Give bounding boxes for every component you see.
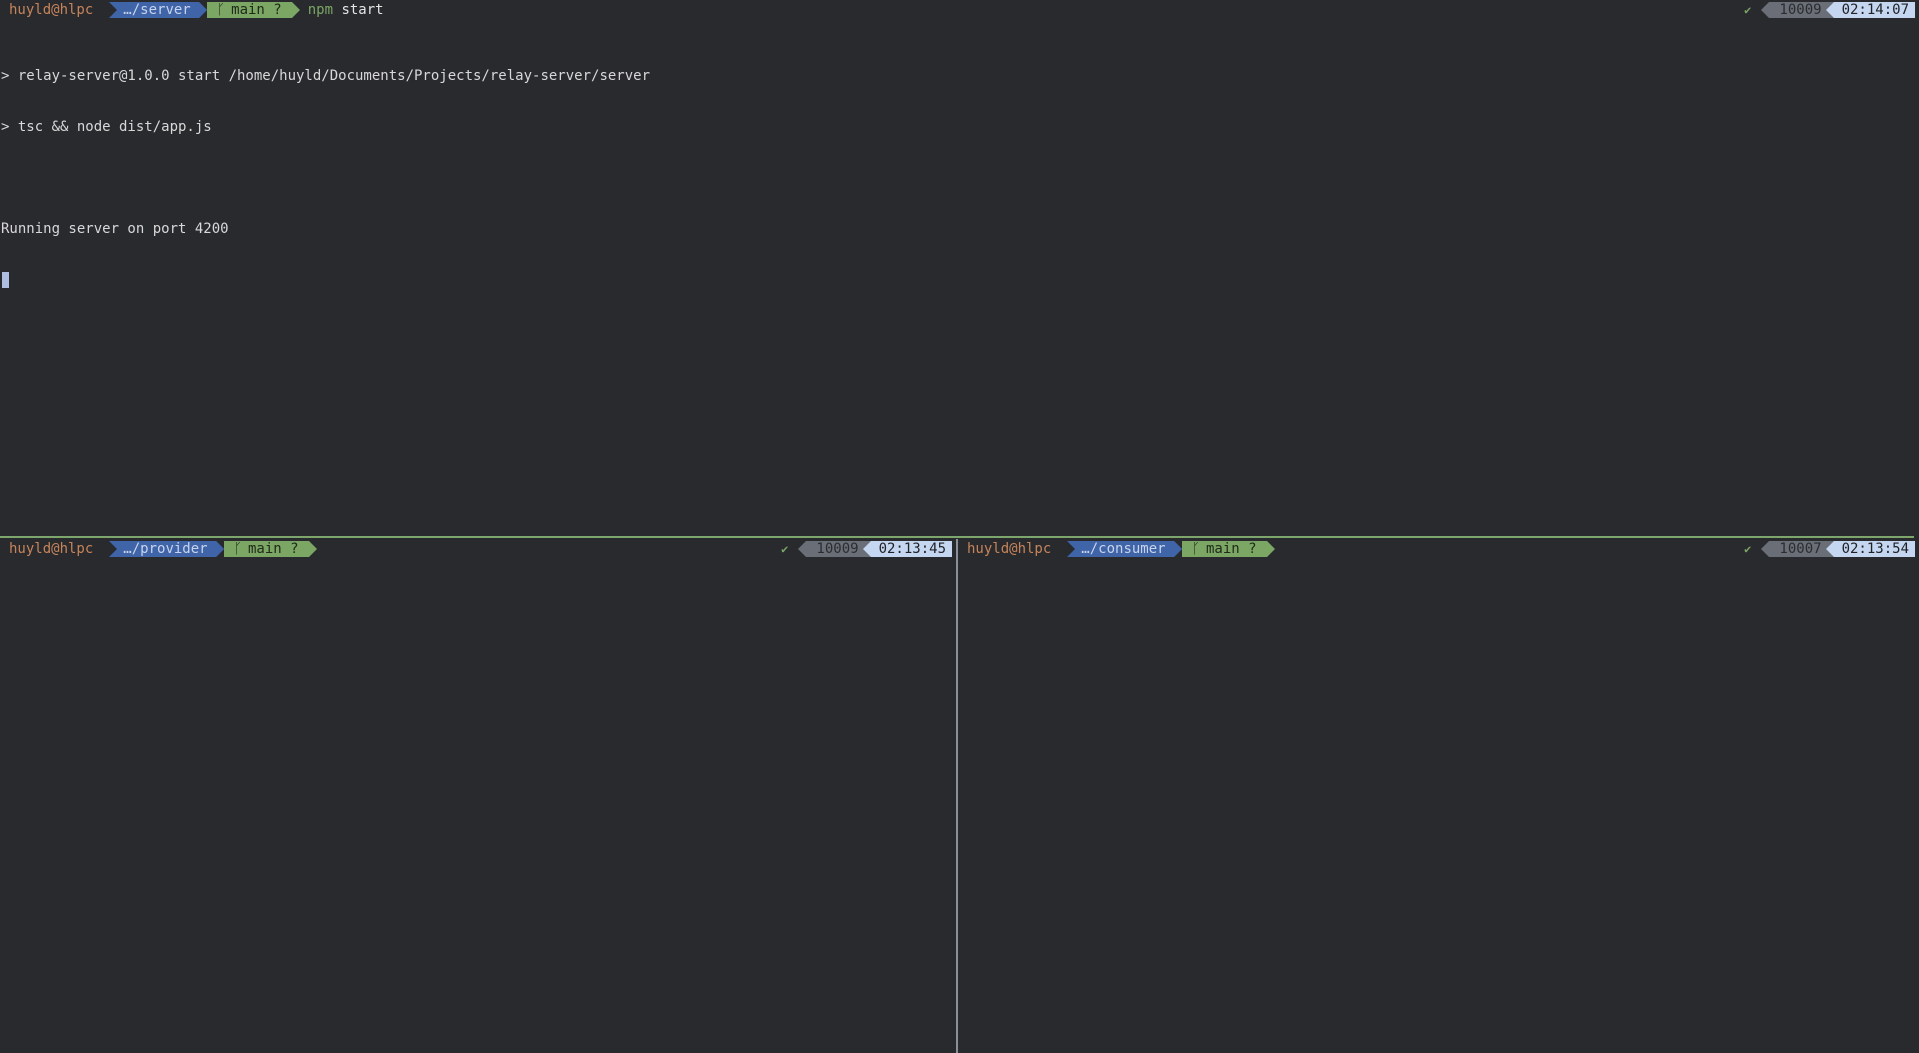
output-line: > relay-server@1.0.0 start /home/huyld/D… [1,68,651,84]
shell-prompt: huyld@hlpc …/provider ᚴ main ? ✔ 10009 0… [0,539,956,559]
output-line: Running server on port 4200 [1,221,229,237]
prompt-git-status: ᚴ main ? [198,2,300,18]
terminal-cursor [2,272,9,288]
git-branch-label: main ? [1206,541,1257,557]
prompt-right-status: ✔ 10007 02:13:54 [1744,541,1915,557]
git-branch-icon: ᚴ [233,541,242,557]
prompt-right-status: ✔ 10009 02:14:07 [1744,2,1915,18]
prompt-user-host: huyld@hlpc [9,2,94,18]
prompt-directory: …/consumer [1067,541,1182,557]
prompt-right-status: ✔ 10009 02:13:45 [781,541,952,557]
prompt-user-host: huyld@hlpc [967,541,1052,557]
output-line-blank [1,170,1919,187]
command-binary: npm [307,2,334,18]
command-argument: start [341,2,384,18]
git-branch-icon: ᚴ [216,2,226,18]
pane-divider-horizontal[interactable] [0,536,1914,538]
shell-prompt: huyld@hlpc …/server ᚴ main ? npm start ✔… [0,0,1919,20]
success-check-icon: ✔ [1744,3,1752,17]
entered-command: npm start [308,0,384,20]
shell-prompt: huyld@hlpc …/consumer ᚴ main ? ✔ 10007 0… [958,539,1919,559]
prompt-git-status: ᚴ main ? [1173,541,1275,557]
prompt-time: 02:13:45 [862,541,952,557]
history-number: 10007 [1761,541,1834,557]
terminal-pane-provider[interactable]: huyld@hlpc …/provider ᚴ main ? ✔ 10009 0… [0,539,956,1053]
prompt-time: 02:14:07 [1825,2,1915,18]
git-branch-label: main ? [248,541,299,557]
prompt-git-status: ᚴ main ? [215,541,317,557]
prompt-time: 02:13:54 [1825,541,1915,557]
output-line: > tsc && node dist/app.js [1,119,212,135]
terminal-pane-server[interactable]: huyld@hlpc …/server ᚴ main ? npm start ✔… [0,0,1919,536]
prompt-directory: …/server [109,2,208,18]
history-number: 10009 [798,541,871,557]
history-number: 10009 [1761,2,1834,18]
prompt-user-host: huyld@hlpc [9,541,94,557]
success-check-icon: ✔ [1744,542,1752,556]
git-branch-label: main ? [231,2,282,18]
prompt-directory: …/provider [109,541,224,557]
terminal-pane-consumer[interactable]: huyld@hlpc …/consumer ᚴ main ? ✔ 10007 0… [958,539,1919,1053]
success-check-icon: ✔ [781,542,789,556]
git-branch-icon: ᚴ [1191,541,1200,557]
command-output: > relay-server@1.0.0 start /home/huyld/D… [0,34,1919,323]
